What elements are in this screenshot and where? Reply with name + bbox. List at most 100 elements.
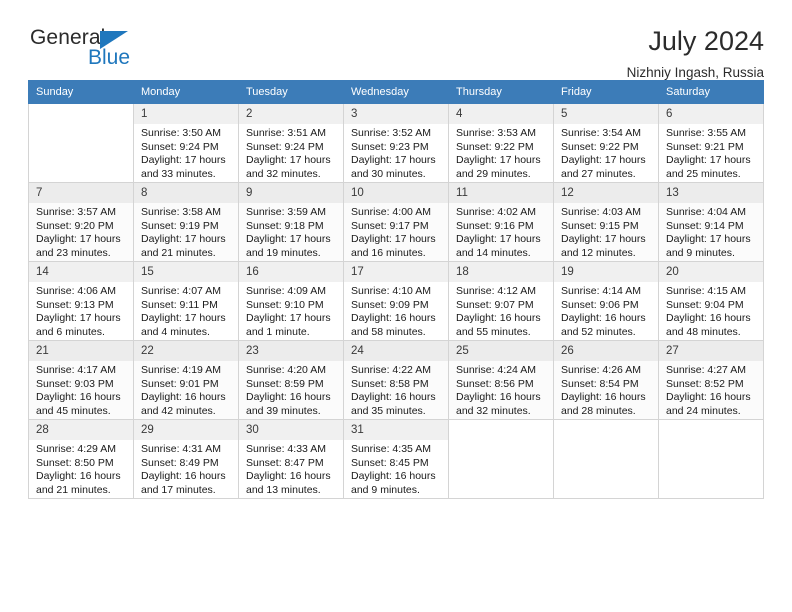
calendar-day-cell[interactable]: 20 Sunrise: 4:15 AM Sunset: 9:04 PM Dayligh… — [658, 261, 764, 341]
calendar-day-cell[interactable]: 1 Sunrise: 3:50 AM Sunset: 9:24 PM Daylight… — [133, 103, 239, 183]
day-details — [659, 427, 763, 430]
calendar-day-cell[interactable]: 6 Sunrise: 3:55 AM Sunset: 9:21 PM Daylight… — [658, 103, 764, 183]
sunrise-text: Sunrise: 3:58 AM — [141, 206, 221, 218]
sunrise-text: Sunrise: 4:17 AM — [36, 364, 116, 376]
sunrise-text: Sunrise: 4:19 AM — [141, 364, 221, 376]
daylight-text-line2: and 25 minutes. — [666, 167, 741, 180]
day-details: Sunrise: 4:00 AM Sunset: 9:17 PM Daylight:… — [344, 203, 448, 260]
calendar-week-row: 14 Sunrise: 4:06 AM Sunset: 9:13 PM Dayligh… — [28, 261, 764, 341]
daylight-text-line2: and 1 minute. — [246, 325, 310, 338]
day-details: Sunrise: 4:03 AM Sunset: 9:15 PM Daylight:… — [554, 203, 658, 260]
daylight-text-line2: and 48 minutes. — [666, 325, 741, 338]
sunset-text: Sunset: 9:23 PM — [351, 140, 429, 153]
calendar-day-cell[interactable]: 19 Sunrise: 4:14 AM Sunset: 9:06 PM Dayligh… — [553, 261, 659, 341]
daylight-text-line2: and 21 minutes. — [141, 246, 216, 259]
sunset-text: Sunset: 8:45 PM — [351, 456, 429, 469]
sunset-text: Sunset: 9:06 PM — [561, 298, 639, 311]
sunrise-text: Sunrise: 4:35 AM — [351, 443, 431, 455]
sunrise-text: Sunrise: 4:10 AM — [351, 285, 431, 297]
sunset-text: Sunset: 9:03 PM — [36, 377, 114, 390]
daylight-text-line2: and 6 minutes. — [36, 325, 105, 338]
calendar-day-cell[interactable]: 24 Sunrise: 4:22 AM Sunset: 8:58 PM Dayligh… — [343, 340, 449, 420]
sunset-text: Sunset: 9:24 PM — [141, 140, 219, 153]
calendar-day-cell[interactable]: 5 Sunrise: 3:54 AM Sunset: 9:22 PM Daylight… — [553, 103, 659, 183]
calendar-day-cell[interactable]: 27 Sunrise: 4:27 AM Sunset: 8:52 PM Dayligh… — [658, 340, 764, 420]
calendar-day-cell[interactable]: 7 Sunrise: 3:57 AM Sunset: 9:20 PM Daylight… — [28, 182, 134, 262]
calendar-day-cell[interactable]: 14 Sunrise: 4:06 AM Sunset: 9:13 PM Dayligh… — [28, 261, 134, 341]
day-details: Sunrise: 4:02 AM Sunset: 9:16 PM Daylight:… — [449, 203, 553, 260]
day-details: Sunrise: 4:31 AM Sunset: 8:49 PM Daylight:… — [134, 440, 238, 497]
calendar-day-cell[interactable]: 29 Sunrise: 4:31 AM Sunset: 8:49 PM Dayligh… — [133, 419, 239, 499]
calendar-day-cell[interactable]: 31 Sunrise: 4:35 AM Sunset: 8:45 PM Dayligh… — [343, 419, 449, 499]
sunrise-text: Sunrise: 4:24 AM — [456, 364, 536, 376]
day-details: Sunrise: 3:55 AM Sunset: 9:21 PM Daylight:… — [659, 124, 763, 181]
daylight-text-line2: and 14 minutes. — [456, 246, 531, 259]
sunrise-text: Sunrise: 4:15 AM — [666, 285, 746, 297]
daylight-text-line1: Daylight: 17 hours — [36, 233, 121, 246]
calendar-day-cell[interactable]: 18 Sunrise: 4:12 AM Sunset: 9:07 PM Dayligh… — [448, 261, 554, 341]
daylight-text-line2: and 32 minutes. — [246, 167, 321, 180]
daylight-text-line2: and 17 minutes. — [141, 483, 216, 496]
calendar-day-cell[interactable]: 26 Sunrise: 4:26 AM Sunset: 8:54 PM Dayligh… — [553, 340, 659, 420]
page-subtitle: Nizhniy Ingash, Russia — [626, 65, 764, 80]
day-number: 7 — [29, 183, 133, 203]
sunset-text: Sunset: 9:14 PM — [666, 219, 744, 232]
daylight-text-line2: and 33 minutes. — [141, 167, 216, 180]
calendar-day-cell[interactable]: 17 Sunrise: 4:10 AM Sunset: 9:09 PM Dayligh… — [343, 261, 449, 341]
calendar-day-cell[interactable]: 15 Sunrise: 4:07 AM Sunset: 9:11 PM Dayligh… — [133, 261, 239, 341]
sunset-text: Sunset: 8:52 PM — [666, 377, 744, 390]
calendar-day-cell[interactable]: 10 Sunrise: 4:00 AM Sunset: 9:17 PM Dayligh… — [343, 182, 449, 262]
calendar-day-cell[interactable]: 22 Sunrise: 4:19 AM Sunset: 9:01 PM Dayligh… — [133, 340, 239, 420]
daylight-text-line1: Daylight: 17 hours — [141, 154, 226, 167]
daylight-text-line1: Daylight: 17 hours — [246, 154, 331, 167]
general-blue-logo: General Blue — [28, 26, 168, 72]
calendar-day-cell[interactable]: 21 Sunrise: 4:17 AM Sunset: 9:03 PM Dayligh… — [28, 340, 134, 420]
day-details: Sunrise: 3:52 AM Sunset: 9:23 PM Daylight:… — [344, 124, 448, 181]
calendar-day-cell[interactable]: 30 Sunrise: 4:33 AM Sunset: 8:47 PM Dayligh… — [238, 419, 344, 499]
calendar-day-cell-empty — [553, 419, 659, 499]
calendar-day-cell[interactable]: 11 Sunrise: 4:02 AM Sunset: 9:16 PM Dayligh… — [448, 182, 554, 262]
daylight-text-line1: Daylight: 16 hours — [456, 312, 541, 325]
sunrise-text: Sunrise: 4:07 AM — [141, 285, 221, 297]
calendar-header-row: Sunday Monday Tuesday Wednesday Thursday Frid… — [28, 80, 764, 104]
day-details: Sunrise: 3:57 AM Sunset: 9:20 PM Daylight:… — [29, 203, 133, 260]
calendar-day-cell[interactable]: 12 Sunrise: 4:03 AM Sunset: 9:15 PM Dayligh… — [553, 182, 659, 262]
day-details: Sunrise: 4:10 AM Sunset: 9:09 PM Daylight:… — [344, 282, 448, 339]
sunrise-text: Sunrise: 4:02 AM — [456, 206, 536, 218]
daylight-text-line2: and 9 minutes. — [351, 483, 420, 496]
calendar-day-cell[interactable]: 3 Sunrise: 3:52 AM Sunset: 9:23 PM Daylight… — [343, 103, 449, 183]
day-number: 19 — [554, 262, 658, 282]
calendar-day-cell[interactable]: 8 Sunrise: 3:58 AM Sunset: 9:19 PM Daylight… — [133, 182, 239, 262]
daylight-text-line1: Daylight: 16 hours — [351, 312, 436, 325]
sunrise-text: Sunrise: 3:53 AM — [456, 127, 536, 139]
daylight-text-line1: Daylight: 17 hours — [561, 154, 646, 167]
weekday-header-thursday: Thursday — [448, 80, 554, 104]
weekday-header-friday: Friday — [553, 80, 659, 104]
calendar-day-cell[interactable]: 4 Sunrise: 3:53 AM Sunset: 9:22 PM Daylight… — [448, 103, 554, 183]
daylight-text-line2: and 55 minutes. — [456, 325, 531, 338]
sunset-text: Sunset: 8:47 PM — [246, 456, 324, 469]
daylight-text-line1: Daylight: 16 hours — [561, 312, 646, 325]
daylight-text-line2: and 4 minutes. — [141, 325, 210, 338]
day-number: 17 — [344, 262, 448, 282]
daylight-text-line2: and 24 minutes. — [666, 404, 741, 417]
daylight-text-line1: Daylight: 16 hours — [351, 391, 436, 404]
sunset-text: Sunset: 9:10 PM — [246, 298, 324, 311]
daylight-text-line1: Daylight: 16 hours — [561, 391, 646, 404]
weekday-header-saturday: Saturday — [658, 80, 764, 104]
sunset-text: Sunset: 9:04 PM — [666, 298, 744, 311]
calendar-day-cell[interactable]: 23 Sunrise: 4:20 AM Sunset: 8:59 PM Dayligh… — [238, 340, 344, 420]
calendar-day-cell[interactable]: 28 Sunrise: 4:29 AM Sunset: 8:50 PM Dayligh… — [28, 419, 134, 499]
calendar-day-cell[interactable]: 13 Sunrise: 4:04 AM Sunset: 9:14 PM Dayligh… — [658, 182, 764, 262]
calendar-day-cell[interactable]: 16 Sunrise: 4:09 AM Sunset: 9:10 PM Dayligh… — [238, 261, 344, 341]
sunrise-text: Sunrise: 4:03 AM — [561, 206, 641, 218]
daylight-text-line2: and 29 minutes. — [456, 167, 531, 180]
calendar-day-cell[interactable]: 25 Sunrise: 4:24 AM Sunset: 8:56 PM Dayligh… — [448, 340, 554, 420]
calendar-day-cell[interactable]: 2 Sunrise: 3:51 AM Sunset: 9:24 PM Daylight… — [238, 103, 344, 183]
sunset-text: Sunset: 9:07 PM — [456, 298, 534, 311]
sunset-text: Sunset: 8:56 PM — [456, 377, 534, 390]
day-number: 15 — [134, 262, 238, 282]
daylight-text-line1: Daylight: 16 hours — [456, 391, 541, 404]
calendar-day-cell[interactable]: 9 Sunrise: 3:59 AM Sunset: 9:18 PM Daylight… — [238, 182, 344, 262]
daylight-text-line1: Daylight: 16 hours — [36, 470, 121, 483]
